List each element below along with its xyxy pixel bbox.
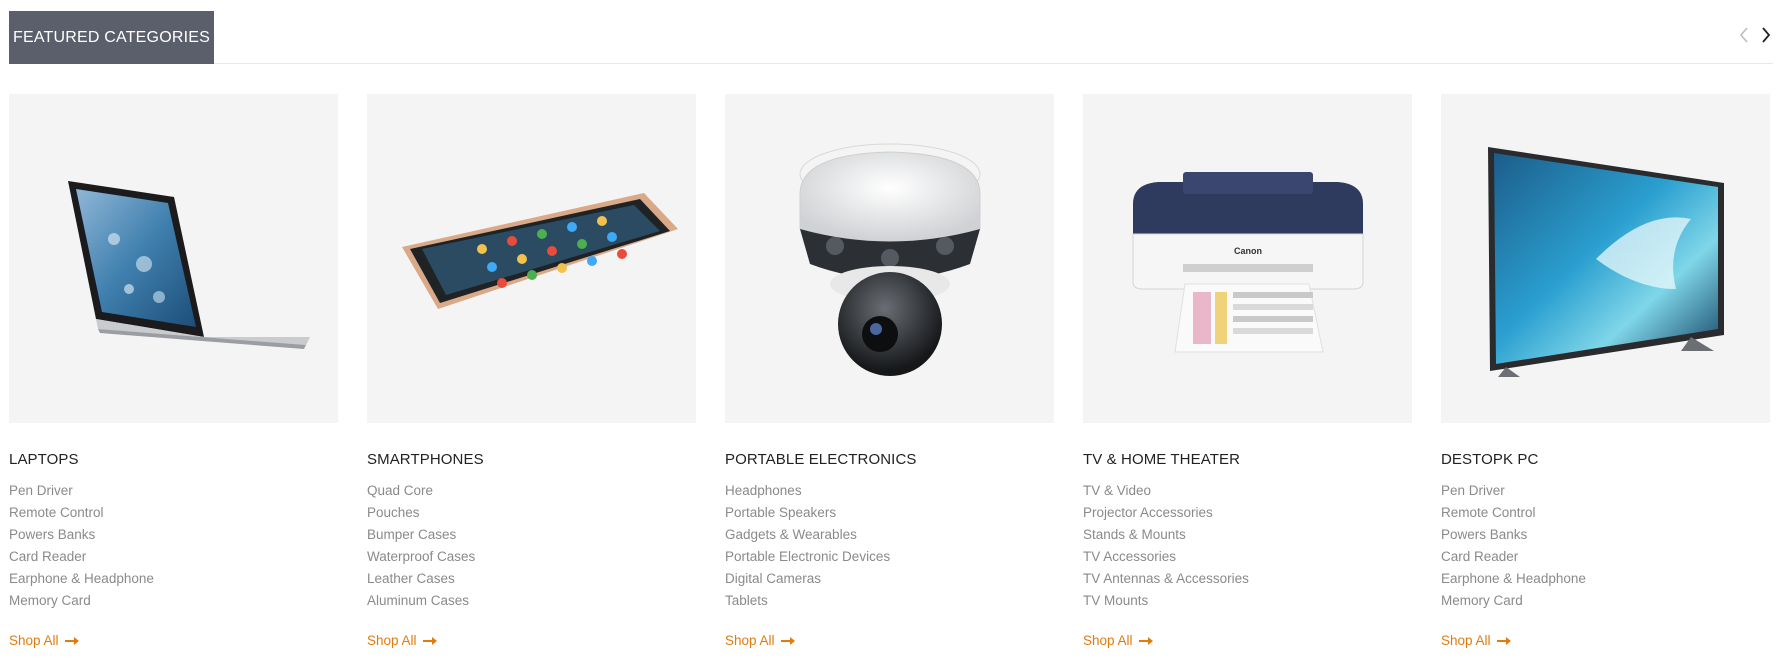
shop-all-link[interactable]: Shop All	[725, 632, 795, 650]
subcategory-link[interactable]: Portable Electronic Devices	[725, 546, 1054, 568]
subcategory-link[interactable]: TV Antennas & Accessories	[1083, 568, 1412, 590]
subcategory-list: Pen Driver Remote Control Powers Banks C…	[9, 480, 338, 612]
subcategory-link[interactable]: Powers Banks	[1441, 524, 1770, 546]
subcategory-link[interactable]: Memory Card	[9, 590, 338, 612]
subcategory-link[interactable]: TV & Video	[1083, 480, 1412, 502]
subcategory-link[interactable]: Card Reader	[1441, 546, 1770, 568]
category-image-laptops[interactable]	[9, 94, 338, 423]
shop-all-link[interactable]: Shop All	[9, 632, 79, 650]
shop-all-link[interactable]: Shop All	[367, 632, 437, 650]
category-image-portable-electronics[interactable]	[725, 94, 1054, 423]
subcategory-link[interactable]: Waterproof Cases	[367, 546, 696, 568]
shop-all-label: Shop All	[1441, 633, 1491, 648]
section-header: FEATURED CATEGORIES	[9, 0, 1773, 64]
arrow-right-icon	[1496, 637, 1511, 645]
smartphone-image	[401, 192, 678, 309]
printer-image: Canon	[1132, 171, 1363, 352]
shop-all-link[interactable]: Shop All	[1441, 632, 1511, 650]
subcategory-link[interactable]: Memory Card	[1441, 590, 1770, 612]
subcategory-link[interactable]: Quad Core	[367, 480, 696, 502]
shop-all-label: Shop All	[1083, 633, 1133, 648]
category-card: LAPTOPS Pen Driver Remote Control Powers…	[9, 94, 338, 650]
subcategory-list: Quad Core Pouches Bumper Cases Waterproo…	[367, 480, 696, 612]
subcategory-link[interactable]: Gadgets & Wearables	[725, 524, 1054, 546]
shop-all-label: Shop All	[725, 633, 775, 648]
subcategory-link[interactable]: Pen Driver	[9, 480, 338, 502]
category-card: PORTABLE ELECTRONICS Headphones Portable…	[725, 94, 1054, 650]
subcategory-link[interactable]: Aluminum Cases	[367, 590, 696, 612]
category-title[interactable]: DESTOPK PC	[1441, 450, 1770, 470]
subcategory-list: TV & Video Projector Accessories Stands …	[1083, 480, 1412, 612]
subcategory-link[interactable]: Portable Speakers	[725, 502, 1054, 524]
subcategory-list: Pen Driver Remote Control Powers Banks C…	[1441, 480, 1770, 612]
subcategory-link[interactable]: Pouches	[367, 502, 696, 524]
subcategory-link[interactable]: Tablets	[725, 590, 1054, 612]
subcategory-link[interactable]: Projector Accessories	[1083, 502, 1412, 524]
category-card: Canon TV & HOME THEATER TV & Video Proje…	[1083, 94, 1412, 650]
category-title[interactable]: TV & HOME THEATER	[1083, 450, 1412, 470]
category-title[interactable]: SMARTPHONES	[367, 450, 696, 470]
shop-all-label: Shop All	[367, 633, 417, 648]
arrow-right-icon	[1138, 637, 1153, 645]
subcategory-list: Headphones Portable Speakers Gadgets & W…	[725, 480, 1054, 612]
chevron-left-icon[interactable]	[1737, 26, 1751, 44]
shop-all-label: Shop All	[9, 633, 59, 648]
security-camera-image	[799, 143, 980, 376]
carousel-nav	[1737, 26, 1773, 44]
printer-brand: Canon	[1234, 246, 1262, 256]
laptop-image	[67, 180, 310, 349]
subcategory-link[interactable]: Card Reader	[9, 546, 338, 568]
category-title[interactable]: PORTABLE ELECTRONICS	[725, 450, 1054, 470]
arrow-right-icon	[780, 637, 795, 645]
subcategory-link[interactable]: Stands & Mounts	[1083, 524, 1412, 546]
subcategory-link[interactable]: Headphones	[725, 480, 1054, 502]
subcategory-link[interactable]: TV Accessories	[1083, 546, 1412, 568]
shop-all-link[interactable]: Shop All	[1083, 632, 1153, 650]
subcategory-link[interactable]: Pen Driver	[1441, 480, 1770, 502]
category-title[interactable]: LAPTOPS	[9, 450, 338, 470]
subcategory-link[interactable]: Earphone & Headphone	[9, 568, 338, 590]
subcategory-link[interactable]: Earphone & Headphone	[1441, 568, 1770, 590]
section-title: FEATURED CATEGORIES	[9, 11, 214, 64]
category-image-tv-home-theater[interactable]: Canon	[1083, 94, 1412, 423]
subcategory-link[interactable]: TV Mounts	[1083, 590, 1412, 612]
category-image-desktop-pc[interactable]	[1441, 94, 1770, 423]
subcategory-link[interactable]: Remote Control	[9, 502, 338, 524]
subcategory-link[interactable]: Bumper Cases	[367, 524, 696, 546]
category-card: DESTOPK PC Pen Driver Remote Control Pow…	[1441, 94, 1770, 650]
subcategory-link[interactable]: Leather Cases	[367, 568, 696, 590]
subcategory-link[interactable]: Powers Banks	[9, 524, 338, 546]
subcategory-link[interactable]: Digital Cameras	[725, 568, 1054, 590]
arrow-right-icon	[422, 637, 437, 645]
subcategory-link[interactable]: Remote Control	[1441, 502, 1770, 524]
television-image	[1487, 146, 1724, 377]
arrow-right-icon	[64, 637, 79, 645]
category-image-smartphones[interactable]	[367, 94, 696, 423]
chevron-right-icon[interactable]	[1759, 26, 1773, 44]
category-card: SMARTPHONES Quad Core Pouches Bumper Cas…	[367, 94, 696, 650]
